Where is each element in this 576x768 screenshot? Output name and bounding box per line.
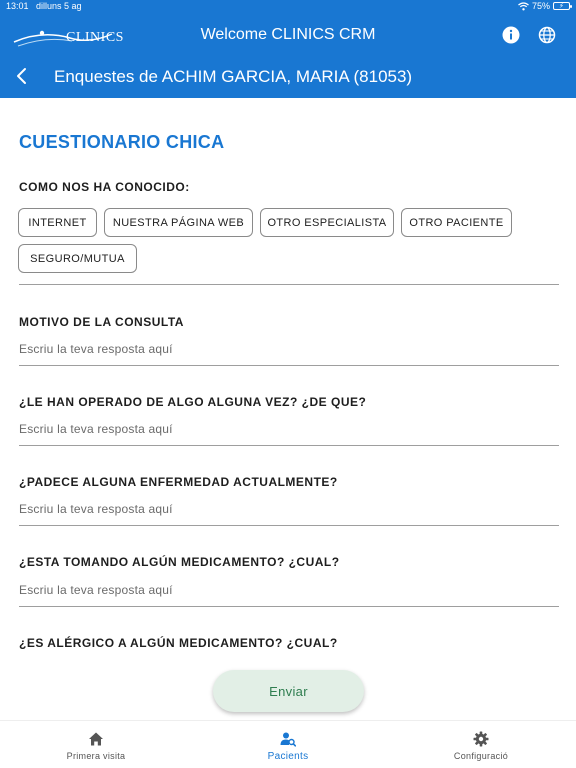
questionnaire-title: CUESTIONARIO CHICA (19, 132, 225, 152)
send-button[interactable]: Enviar (213, 670, 364, 712)
wifi-icon (518, 1, 529, 10)
option-internet[interactable]: INTERNET (18, 208, 97, 237)
answer-field-consultation[interactable] (19, 338, 559, 360)
nav-label: Primera visita (66, 751, 126, 761)
question-label: ¿ES ALÉRGICO A ALGÚN MEDICAMENTO? ¿CUAL? (19, 636, 338, 650)
option-specialist[interactable]: OTRO ESPECIALISTA (260, 208, 394, 237)
nav-label: Configuració (453, 751, 509, 761)
answer-field-medication[interactable] (19, 579, 559, 601)
home-icon (89, 732, 103, 746)
status-bar: 13:01 dilluns 5 ag 75% ⚡ (0, 0, 576, 14)
status-time: 13:01 (6, 1, 29, 11)
field-underline (19, 525, 559, 526)
back-arrow-icon[interactable] (14, 66, 30, 86)
gear-icon (473, 731, 489, 747)
divider (19, 284, 559, 285)
question-label: ¿PADECE ALGUNA ENFERMEDAD ACTUALMENTE? (19, 475, 338, 489)
field-underline (19, 445, 559, 446)
nav-item-primera-visita[interactable]: Primera visita (56, 721, 136, 768)
bottom-navigation: Primera visita Pacients Configuració (0, 720, 576, 768)
option-patient[interactable]: OTRO PACIENTE (401, 208, 512, 237)
status-indicators: 75% ⚡ (518, 1, 572, 11)
battery-icon: ⚡ (553, 2, 572, 10)
option-insurance[interactable]: SEGURO/MUTUA (18, 244, 137, 273)
info-icon[interactable] (502, 26, 520, 44)
option-website[interactable]: NUESTRA PÁGINA WEB (104, 208, 253, 237)
how-did-you-hear-label: COMO NOS HA CONOCIDO: (19, 180, 190, 194)
nav-item-configuracio[interactable]: Configuració (441, 721, 521, 768)
app-title: Welcome CLINICS CRM (200, 26, 376, 43)
answer-field-surgery[interactable] (19, 418, 559, 440)
nav-label: Pacients (267, 751, 309, 762)
status-date: dilluns 5 ag (36, 1, 82, 11)
questionnaire-form: CUESTIONARIO CHICA COMO NOS HA CONOCIDO:… (0, 98, 576, 720)
nav-item-pacients[interactable]: Pacients (248, 721, 328, 768)
answer-field-illness[interactable] (19, 498, 559, 520)
question-label: ¿LE HAN OPERADO DE ALGO ALGUNA VEZ? ¿DE … (19, 395, 367, 409)
question-label: MOTIVO DE LA CONSULTA (19, 315, 184, 329)
question-label: ¿ESTA TOMANDO ALGÚN MEDICAMENTO? ¿CUAL? (19, 555, 340, 569)
survey-subtitle: Enquestes de ACHIM GARCIA, MARIA (81053) (54, 67, 413, 86)
app-header: 13:01 dilluns 5 ag 75% ⚡ CLINICS Welcome… (0, 0, 576, 98)
globe-icon[interactable] (538, 26, 556, 44)
patient-search-icon (280, 732, 296, 747)
field-underline (19, 365, 559, 366)
field-underline (19, 606, 559, 607)
battery-percent: 75% (531, 1, 550, 11)
